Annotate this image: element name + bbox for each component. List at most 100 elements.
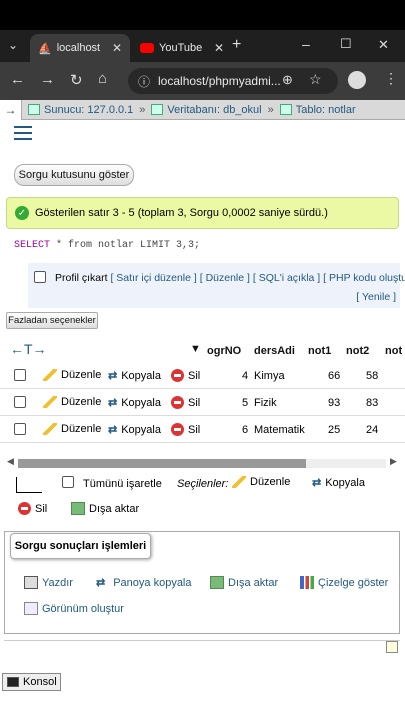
collapse-nav-icon[interactable]: → [0, 99, 22, 120]
pencil-icon [232, 476, 246, 488]
cell-not2[interactable]: 83 [366, 397, 378, 409]
zoom-icon[interactable]: ⊕ [282, 72, 293, 88]
profiling-checkbox[interactable] [34, 271, 46, 283]
delete-icon [171, 396, 184, 409]
breadcrumb-database[interactable]: Veritabanı: db_okul [151, 104, 262, 116]
row-checkbox[interactable] [14, 369, 26, 381]
row-checkbox[interactable] [14, 396, 26, 408]
cell-dersadi[interactable]: Matematik [254, 424, 305, 436]
tab-search-icon[interactable]: ⌄ [8, 38, 18, 52]
print-button[interactable]: Yazdır [24, 576, 73, 589]
column-header-ogrno[interactable]: ogrNO [207, 345, 241, 357]
cell-ogrno[interactable]: 4 [242, 370, 248, 382]
bookmark-star-icon[interactable]: ☆ [309, 71, 322, 88]
chart-label: Çizelge göster [318, 576, 389, 589]
close-window-button[interactable]: ✕ [378, 37, 389, 53]
breadcrumb-server[interactable]: Sunucu: 127.0.0.1 [28, 104, 133, 116]
breadcrumb-table[interactable]: Tablo: notlar [279, 104, 356, 116]
tab-youtube[interactable]: YouTube ✕ [132, 34, 232, 62]
delete-icon [18, 502, 31, 515]
refresh-link[interactable]: [ Yenile ] [356, 291, 396, 303]
cell-not1[interactable]: 93 [328, 397, 340, 409]
profile-avatar[interactable] [348, 71, 366, 89]
row-delete-button[interactable]: Sil [171, 369, 200, 382]
row-edit-button[interactable]: Düzenle [43, 396, 101, 408]
copy-clipboard-button[interactable]: ⇄ Panoya kopyala [96, 576, 192, 590]
screen: { "browser": { "tabs": [ {"title": "loca… [0, 0, 405, 720]
row-edit-button[interactable]: Düzenle [43, 423, 101, 435]
sort-triangle-icon[interactable]: ▼ [190, 343, 201, 355]
row-edit-button[interactable]: Düzenle [43, 369, 101, 381]
column-header-dersadi[interactable]: dersAdi [254, 345, 295, 357]
export-button[interactable]: Dışa aktar [210, 576, 278, 589]
pencil-icon [43, 396, 57, 408]
close-tab-icon[interactable]: ✕ [112, 41, 122, 55]
cell-dersadi[interactable]: Fizik [254, 397, 277, 409]
bulk-edit-button[interactable]: Düzenle [232, 476, 290, 488]
cell-not1[interactable]: 66 [328, 370, 340, 382]
new-tab-button[interactable]: + [232, 36, 241, 54]
notes-icon[interactable] [386, 641, 398, 653]
success-message: ✓ Gösterilen satır 3 - 5 (toplam 3, Sorg… [6, 197, 399, 229]
column-resize-arrows-icon[interactable]: ←T→ [10, 341, 47, 357]
cell-not2[interactable]: 58 [366, 370, 378, 382]
cell-ogrno[interactable]: 5 [242, 397, 248, 409]
create-php-link[interactable]: [ PHP kodu oluştur ] [323, 272, 405, 284]
row-copy-button[interactable]: ⇄ Kopyala [108, 423, 161, 437]
bulk-edit-label: Düzenle [250, 476, 291, 488]
reload-icon[interactable]: ↻ [70, 71, 83, 89]
console-label: Konsol [23, 676, 57, 688]
arrow-ltr-icon [16, 477, 42, 493]
row-copy-button[interactable]: ⇄ Kopyala [108, 369, 161, 383]
show-chart-button[interactable]: Çizelge göster [300, 576, 388, 589]
query-options: Profil çıkart [ Satır içi düzenle ] [ Dü… [28, 263, 405, 308]
cell-not2[interactable]: 24 [366, 424, 378, 436]
forward-icon[interactable]: → [40, 71, 55, 88]
column-header-not3[interactable]: not [385, 345, 402, 357]
home-icon[interactable]: ⌂ [98, 70, 107, 87]
back-icon[interactable]: ← [10, 71, 25, 88]
console-toggle[interactable]: Konsol [2, 673, 61, 691]
database-icon [151, 104, 164, 115]
delete-icon [171, 369, 184, 382]
row-delete-button[interactable]: Sil [171, 396, 200, 409]
tab-localhost[interactable]: ⛵ localhost ✕ [30, 34, 130, 62]
check-all-label[interactable]: Tümünü işaretle [83, 478, 162, 490]
cell-ogrno[interactable]: 6 [242, 424, 248, 436]
scroll-left-icon[interactable]: ◀ [7, 456, 14, 467]
column-header-not2[interactable]: not2 [346, 345, 369, 357]
table-icon [279, 104, 292, 115]
address-bar[interactable]: ⓘ localhost/phpmyadmi... [128, 68, 338, 94]
query-links: Profil çıkart [ Satır içi düzenle ] [ Dü… [55, 272, 405, 284]
sql-rest: * from notlar LIMIT 3,3; [50, 240, 201, 251]
row-checkbox[interactable] [14, 423, 26, 435]
scroll-thumb[interactable] [18, 459, 306, 468]
close-tab-icon[interactable]: ✕ [214, 41, 224, 55]
show-query-box-button[interactable]: Sorgu kutusunu göster [14, 164, 134, 186]
column-header-not1[interactable]: not1 [308, 345, 331, 357]
scroll-right-icon[interactable]: ▶ [390, 456, 397, 467]
console-icon [7, 677, 19, 687]
maximize-button[interactable]: ☐ [340, 36, 352, 52]
minimize-button[interactable]: – [302, 36, 310, 52]
row-delete-button[interactable]: Sil [171, 423, 200, 436]
row-copy-button[interactable]: ⇄ Kopyala [108, 396, 161, 410]
check-all-checkbox[interactable] [62, 476, 74, 488]
bulk-delete-button[interactable]: Sil [18, 502, 47, 515]
table-row: Düzenle ⇄ Kopyala Sil 4 Kimya 66 58 [0, 362, 405, 389]
extra-options-button[interactable]: Fazladan seçenekler [6, 312, 98, 329]
menu-hamburger-icon[interactable] [14, 126, 32, 140]
cell-not1[interactable]: 25 [328, 424, 340, 436]
inline-edit-link[interactable]: [ Satır içi düzenle ] [110, 272, 196, 284]
bulk-copy-button[interactable]: ⇄ Kopyala [312, 476, 365, 490]
explain-sql-link[interactable]: [ SQL'i açıkla ] [253, 272, 320, 284]
site-info-icon[interactable]: ⓘ [138, 73, 150, 90]
horizontal-scrollbar[interactable]: ◀ ▶ [0, 455, 405, 471]
cell-dersadi[interactable]: Kimya [254, 370, 285, 382]
bulk-export-button[interactable]: Dışa aktar [71, 502, 139, 515]
menu-kebab-icon[interactable]: ⋮ [384, 70, 398, 87]
create-view-button[interactable]: Görünüm oluştur [24, 602, 124, 615]
copy-icon: ⇄ [108, 370, 118, 382]
breadcrumb-server-label: Sunucu: 127.0.0.1 [44, 103, 134, 116]
edit-link[interactable]: [ Düzenle ] [200, 272, 250, 284]
